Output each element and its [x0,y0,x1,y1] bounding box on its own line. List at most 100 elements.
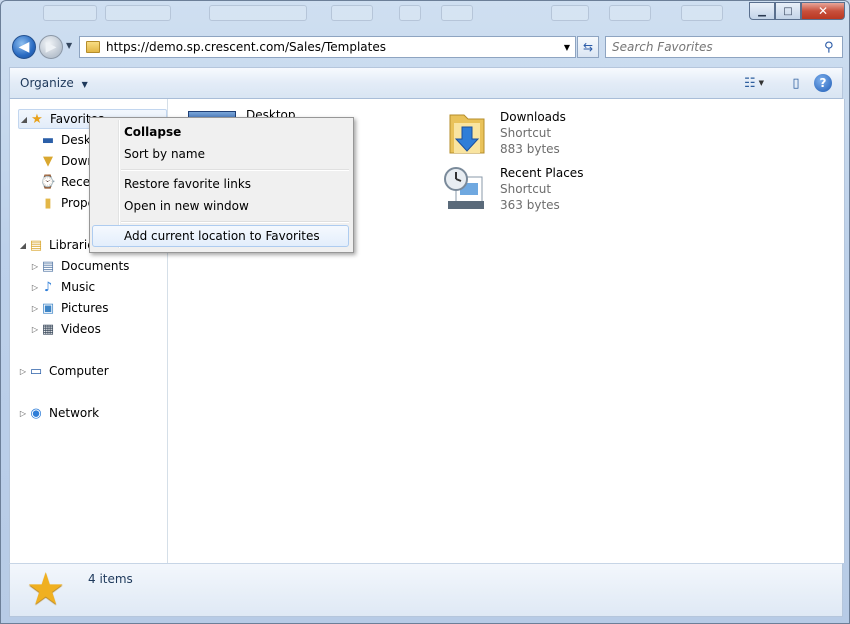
details-pane: ★ 4 items [9,563,843,617]
address-text[interactable]: https://demo.sp.crescent.com/Sales/Templ… [106,40,559,54]
help-icon: ? [819,76,827,90]
background-tab-ghost [441,5,473,21]
menu-item-restore-favorite-links[interactable]: Restore favorite links [92,173,349,195]
background-tab-ghost [681,5,723,21]
close-button[interactable]: ✕ [801,2,845,20]
file-name: Recent Places [500,166,584,180]
address-bar[interactable]: https://demo.sp.crescent.com/Sales/Templ… [79,36,576,58]
search-box[interactable]: ⚲ [605,36,843,58]
menu-item-add-current-location[interactable]: Add current location to Favorites [92,225,349,247]
menu-item-collapse[interactable]: Collapse [92,121,349,143]
pictures-icon: ▣ [41,300,55,316]
file-meta: Downloads Shortcut 883 bytes [500,109,566,159]
menu-item-label: Collapse [124,125,182,139]
tree-label: Computer [49,364,109,378]
maximize-button[interactable]: □ [775,2,801,20]
caption-buttons: ▁ □ ✕ [749,2,845,20]
file-name: Downloads [500,110,566,124]
menu-item-label: Open in new window [124,199,249,213]
background-tab-ghost [43,5,97,21]
tree-network[interactable]: ▷ ◉ Network [18,403,99,423]
collapse-arrow-icon[interactable]: ◢ [18,241,28,250]
context-menu: Collapse Sort by name Restore favorite l… [89,117,354,253]
network-icon: ◉ [30,405,42,421]
forward-button[interactable]: ▶ [39,35,63,59]
preview-pane-icon: ▯ [792,75,800,91]
folder-icon: ▮ [44,195,52,211]
computer-icon: ▭ [29,363,43,379]
expand-arrow-icon[interactable]: ▷ [18,367,28,376]
videos-icon: ▦ [41,321,55,337]
star-icon: ★ [26,564,66,615]
tree-label: Pictures [61,301,109,315]
menu-item-label: Sort by name [124,147,205,161]
file-item-downloads[interactable]: Downloads Shortcut 883 bytes [442,109,566,159]
menu-item-sort-by-name[interactable]: Sort by name [92,143,349,165]
star-icon: ★ [31,111,43,127]
file-size: 363 bytes [500,198,560,212]
help-button[interactable]: ? [814,74,832,92]
expand-arrow-icon[interactable]: ▷ [18,409,28,418]
expand-arrow-icon[interactable]: ▷ [30,283,40,292]
tree-libraries-videos[interactable]: ▷ ▦ Videos [30,319,101,339]
menu-item-label: Restore favorite links [124,177,252,191]
background-tab-ghost [209,5,307,21]
minimize-button[interactable]: ▁ [749,2,775,20]
chevron-down-icon: ▼ [81,80,88,89]
chevron-down-icon: ▼ [758,79,765,87]
menu-separator [121,221,349,223]
background-tab-ghost [105,5,171,21]
tree-libraries-documents[interactable]: ▷ ▤ Documents [30,256,130,276]
recent-places-icon: ⌚ [39,174,57,190]
menu-separator [121,169,349,171]
search-input[interactable] [606,39,824,55]
tree-computer[interactable]: ▷ ▭ Computer [18,361,109,381]
arrow-right-icon: ▶ [45,39,57,55]
tree-libraries-music[interactable]: ▷ ♪ Music [30,277,95,297]
explorer-window: ▁ □ ✕ ◀ ▶ ▼ https://demo.sp.crescent.com… [0,0,850,624]
command-bar-tools: ☷ ▼ ▯ ? [744,74,832,92]
view-icon: ☷ [743,75,756,91]
refresh-button[interactable]: ⇆ [577,36,599,58]
libraries-icon: ▤ [29,237,43,253]
background-tab-ghost [399,5,421,21]
arrow-left-icon: ◀ [18,39,30,55]
expand-arrow-icon[interactable]: ▷ [30,325,40,334]
file-type: Shortcut [500,126,552,140]
file-size: 883 bytes [500,142,560,156]
file-item-recent-places[interactable]: Recent Places Shortcut 363 bytes [442,165,583,215]
collapse-arrow-icon[interactable]: ◢ [19,115,29,124]
file-meta: Recent Places Shortcut 363 bytes [500,165,583,215]
music-icon: ♪ [43,279,53,295]
background-tab-ghost [331,5,373,21]
preview-pane-button[interactable]: ▯ [786,74,806,92]
documents-icon: ▤ [41,258,55,274]
menu-item-label: Add current location to Favorites [124,229,320,243]
expand-arrow-icon[interactable]: ▷ [30,262,40,271]
organize-menu[interactable]: Organize ▼ [20,76,88,90]
address-dropdown-icon[interactable]: ▼ [559,43,575,52]
tree-label: Music [61,280,96,294]
view-options-button[interactable]: ☷ ▼ [744,74,764,92]
organize-label: Organize [20,76,74,90]
navigation-bar: ◀ ▶ ▼ https://demo.sp.crescent.com/Sales… [9,33,843,61]
downloads-folder-icon [442,109,492,159]
recent-pages-dropdown[interactable]: ▼ [66,41,76,53]
background-tab-ghost [551,5,589,21]
folder-icon [86,41,100,53]
recent-places-icon [442,165,492,215]
menu-item-open-in-new-window[interactable]: Open in new window [92,195,349,217]
file-type: Shortcut [500,182,552,196]
refresh-icon: ⇆ [582,40,594,54]
tree-label: Videos [61,322,101,336]
background-tab-ghost [609,5,651,21]
expand-arrow-icon[interactable]: ▷ [30,304,40,313]
back-button[interactable]: ◀ [12,35,36,59]
desktop-icon: ▬ [41,132,55,148]
item-count: 4 items [88,572,133,586]
tree-libraries-pictures[interactable]: ▷ ▣ Pictures [30,298,109,318]
tree-label: Documents [61,259,130,273]
search-icon[interactable]: ⚲ [824,40,842,55]
tree-label: Network [49,406,100,420]
downloads-folder-icon: ▼ [43,153,53,169]
